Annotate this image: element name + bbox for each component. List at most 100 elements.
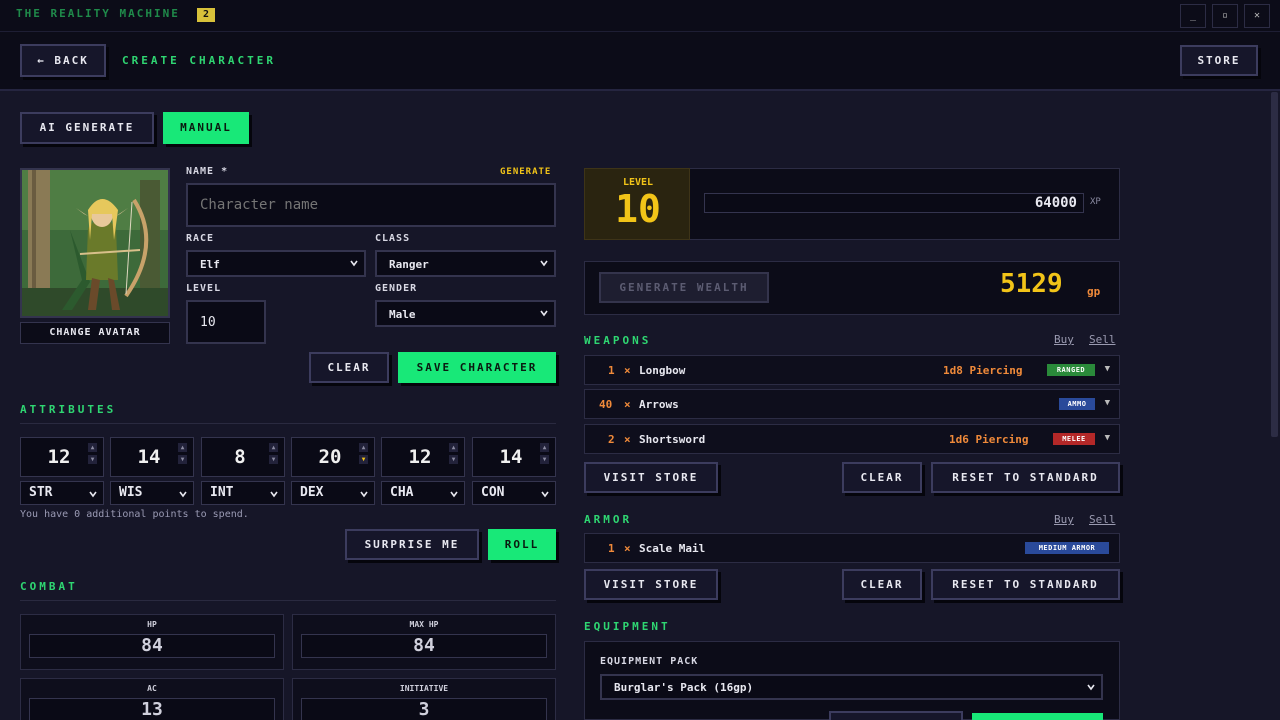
hp-box: HP 84 [20,614,284,670]
armor-row[interactable]: 1 × Scale Mail MEDIUM ARMOR [584,533,1120,563]
equipment-primary-button[interactable] [972,713,1103,720]
decrement-icon[interactable]: ▼ [540,455,549,464]
attribute-stat-select[interactable]: CON [472,481,556,505]
times-icon: × [624,542,631,555]
store-button[interactable]: STORE [1180,45,1258,76]
equipment-secondary-button[interactable] [829,711,963,720]
attribute-value-box[interactable]: 14 ▲ ▼ [110,437,194,477]
attribute-stat-select[interactable]: DEX [291,481,375,505]
equipment-pack-value: Burglar's Pack (16gp) [614,681,754,694]
attribute-value-box[interactable]: 20 ▲ ▼ [291,437,375,477]
max-hp-value[interactable]: 84 [301,634,547,658]
save-character-button[interactable]: SAVE CHARACTER [398,352,556,383]
title-bar: THE REALITY MACHINE 2 _ ▫ ✕ [0,0,1280,32]
tab-manual[interactable]: MANUAL [163,112,249,144]
chevron-down-icon [541,491,549,498]
armor-buy-link[interactable]: Buy [1054,513,1074,526]
times-icon: × [624,398,631,411]
increment-icon[interactable]: ▲ [88,443,97,452]
times-icon: × [624,364,631,377]
roll-button[interactable]: ROLL [488,529,556,560]
attribute-stat-select[interactable]: INT [201,481,285,505]
decrement-icon[interactable]: ▼ [88,455,97,464]
increment-icon[interactable]: ▲ [449,443,458,452]
chevron-down-icon [360,491,368,498]
expand-icon[interactable]: ▼ [1105,433,1110,443]
item-damage: 1d6 Piercing [949,433,1029,446]
decrement-icon[interactable]: ▼ [269,455,278,464]
weapons-visit-store-button[interactable]: VISIT STORE [584,462,718,493]
attribute-stat: CON [481,485,505,500]
attribute-stat-select[interactable]: WIS [110,481,194,505]
gender-value: Male [389,308,416,321]
item-name: Longbow [639,364,686,377]
attribute-stat-select[interactable]: STR [20,481,104,505]
attribute-value-box[interactable]: 12 ▲ ▼ [20,437,104,477]
name-input[interactable] [186,183,556,227]
armor-title: ARMOR [584,513,633,526]
increment-icon[interactable]: ▲ [359,443,368,452]
weapons-clear-button[interactable]: CLEAR [842,462,922,493]
armor-clear-button[interactable]: CLEAR [842,569,922,600]
expand-icon[interactable]: ▼ [1105,364,1110,374]
race-value: Elf [200,258,220,271]
max-hp-box: MAX HP 84 [292,614,556,670]
chevron-down-icon [350,260,358,267]
weapons-sell-link[interactable]: Sell [1089,333,1116,346]
initiative-value[interactable]: 3 [301,698,547,720]
decrement-icon[interactable]: ▼ [359,455,368,464]
xp-input[interactable]: 64000 [704,193,1084,213]
weapon-row[interactable]: 2 × Shortsword 1d6 Piercing MELEE ▼ [584,424,1120,454]
decrement-icon[interactable]: ▼ [178,455,187,464]
weapons-reset-button[interactable]: RESET TO STANDARD [931,462,1120,493]
minimize-button[interactable]: _ [1180,4,1206,28]
weapon-row[interactable]: 1 × Longbow 1d8 Piercing RANGED ▼ [584,355,1120,385]
app-title: THE REALITY MACHINE [16,7,180,20]
level-input[interactable]: 10 [186,300,266,344]
decrement-icon[interactable]: ▼ [449,455,458,464]
expand-icon[interactable]: ▼ [1105,398,1110,408]
attribute-stat: INT [210,485,234,500]
scrollbar-thumb[interactable] [1271,92,1278,437]
generate-wealth-button[interactable]: GENERATE WEALTH [599,272,769,303]
gender-select[interactable]: Male [375,300,556,327]
divider [20,423,556,424]
attribute-value-box[interactable]: 8 ▲ ▼ [201,437,285,477]
item-qty: 1 [608,542,615,555]
armor-visit-store-button[interactable]: VISIT STORE [584,569,718,600]
item-qty: 40 [599,398,613,411]
increment-icon[interactable]: ▲ [540,443,549,452]
equipment-pack-select[interactable]: Burglar's Pack (16gp) [600,674,1103,700]
armor-reset-button[interactable]: RESET TO STANDARD [931,569,1120,600]
chevron-down-icon [179,491,187,498]
race-select[interactable]: Elf [186,250,366,277]
clear-button[interactable]: CLEAR [309,352,389,383]
attribute-value-box[interactable]: 14 ▲ ▼ [472,437,556,477]
attribute-value: 20 [318,446,342,468]
maximize-button[interactable]: ▫ [1212,4,1238,28]
back-button[interactable]: ← BACK [20,44,106,77]
ac-box: AC 13 [20,678,284,720]
ac-value[interactable]: 13 [29,698,275,720]
armor-sell-link[interactable]: Sell [1089,513,1116,526]
surprise-me-button[interactable]: SURPRISE ME [345,529,479,560]
change-avatar-button[interactable]: CHANGE AVATAR [20,322,170,344]
level-badge: LEVEL 10 [584,168,690,240]
class-select[interactable]: Ranger [375,250,556,277]
level-badge-value: 10 [615,187,661,231]
item-tag: MEDIUM ARMOR [1025,542,1109,554]
xp-unit: XP [1090,197,1101,207]
increment-icon[interactable]: ▲ [269,443,278,452]
attribute-value: 12 [408,446,432,468]
increment-icon[interactable]: ▲ [178,443,187,452]
close-button[interactable]: ✕ [1244,4,1270,28]
attribute-stat-select[interactable]: CHA [381,481,465,505]
hp-value[interactable]: 84 [29,634,275,658]
weapon-row[interactable]: 40 × Arrows AMMO ▼ [584,389,1120,419]
tab-ai-generate[interactable]: AI GENERATE [20,112,154,144]
attribute-value-box[interactable]: 12 ▲ ▼ [381,437,465,477]
item-tag: AMMO [1059,398,1095,410]
generate-name-link[interactable]: GENERATE [500,167,551,177]
weapons-buy-link[interactable]: Buy [1054,333,1074,346]
level-input-value: 10 [200,315,216,330]
